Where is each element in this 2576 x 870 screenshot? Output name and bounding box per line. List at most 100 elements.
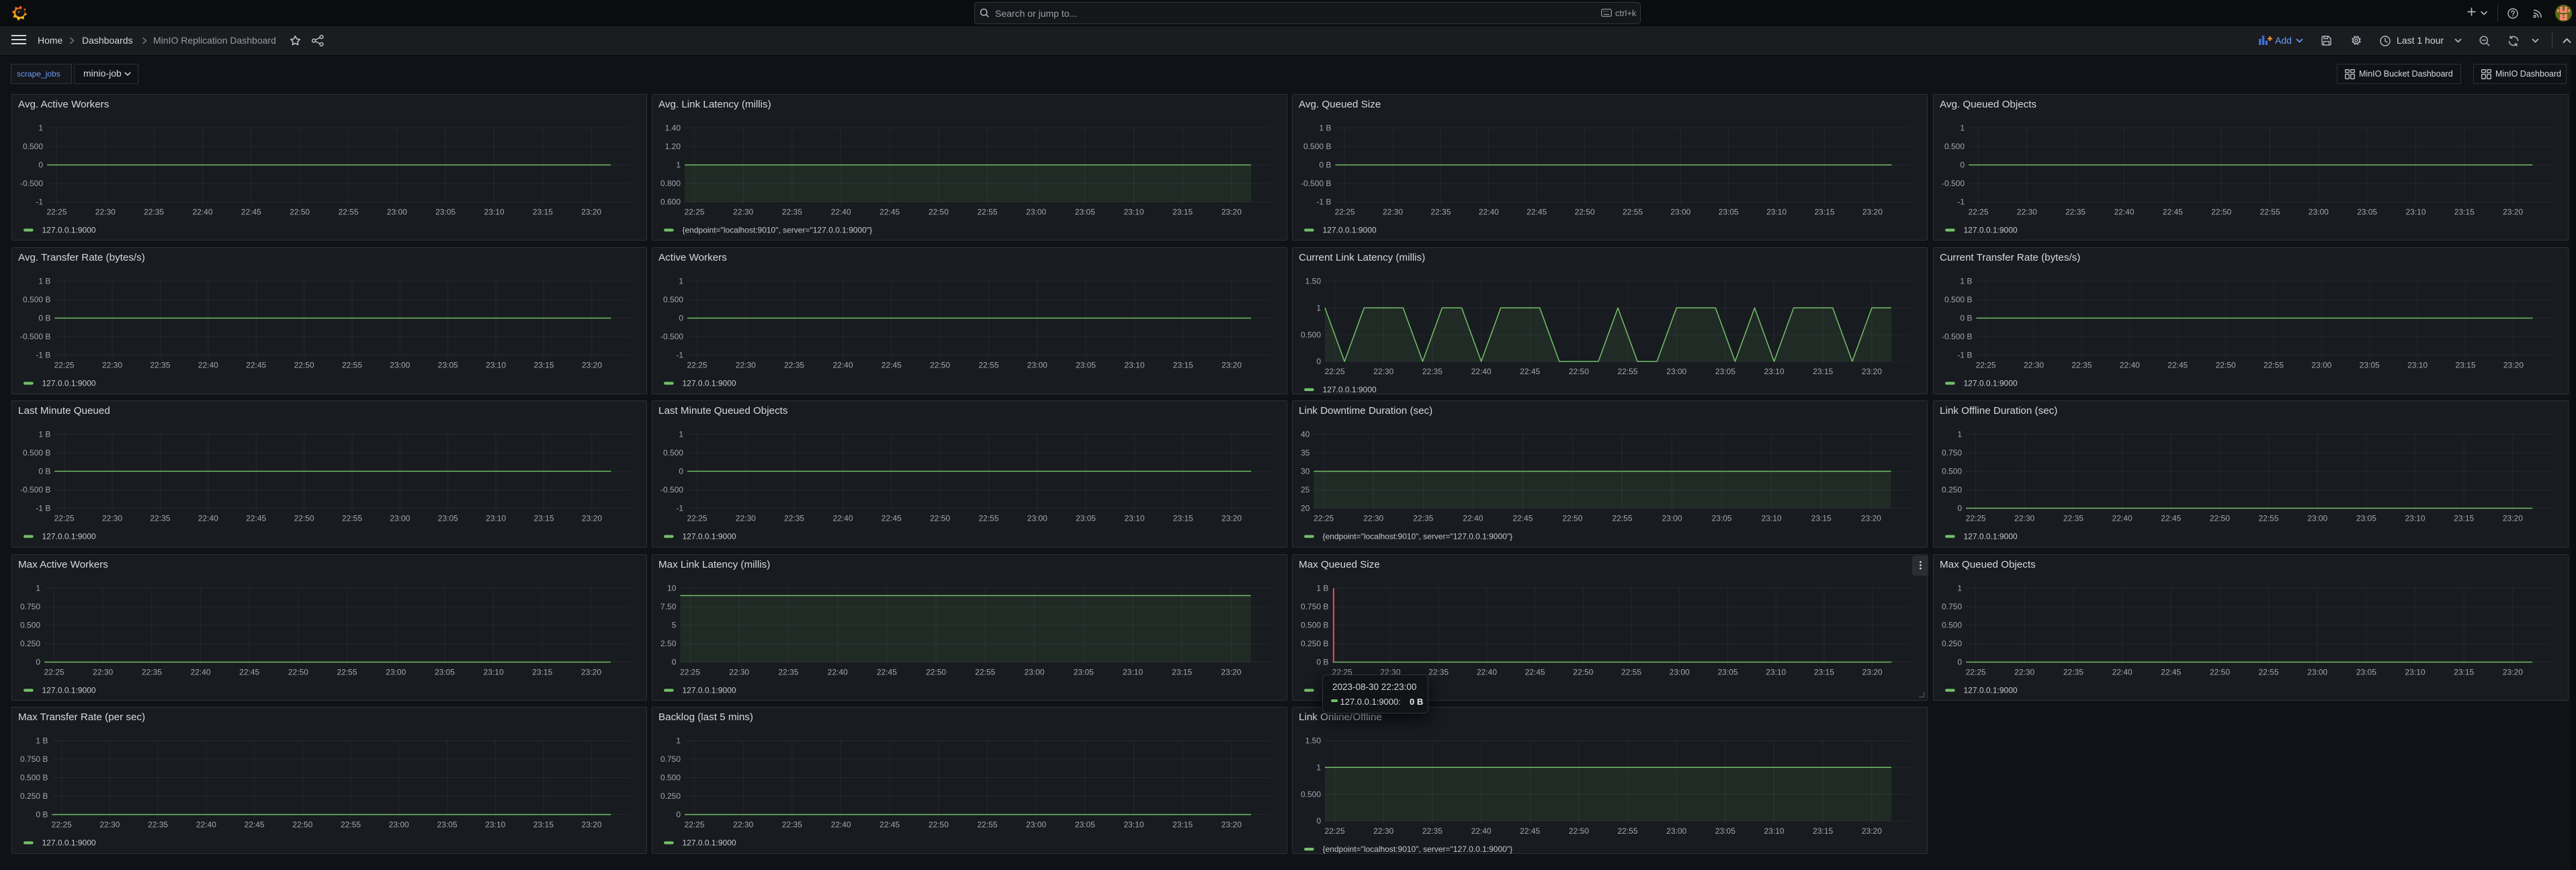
svg-text:22:30: 22:30 <box>733 207 753 216</box>
svg-text:22:25: 22:25 <box>46 207 67 216</box>
svg-text:22:30: 22:30 <box>1373 367 1393 376</box>
svg-text:22:50: 22:50 <box>2211 207 2231 216</box>
svg-text:22:30: 22:30 <box>1383 207 1403 216</box>
svg-text:22:50: 22:50 <box>1569 367 1589 376</box>
svg-text:23:10: 23:10 <box>1123 667 1143 677</box>
svg-text:23:20: 23:20 <box>2503 514 2523 523</box>
svg-text:0 B: 0 B <box>1316 657 1328 666</box>
svg-text:22:50: 22:50 <box>294 514 314 523</box>
svg-text:22:25: 22:25 <box>1325 826 1345 836</box>
svg-text:22:40: 22:40 <box>2120 361 2140 370</box>
svg-text:22:30: 22:30 <box>2014 667 2034 677</box>
svg-text:0.500: 0.500 <box>23 142 43 151</box>
svg-text:22:35: 22:35 <box>150 514 170 523</box>
svg-text:{endpoint="localhost:9010", se: {endpoint="localhost:9010", server="127.… <box>1323 844 1513 854</box>
svg-text:0.750 B: 0.750 B <box>20 754 48 764</box>
svg-text:-0.500: -0.500 <box>660 332 683 341</box>
svg-text:22:45: 22:45 <box>241 207 261 216</box>
svg-text:23:10: 23:10 <box>2405 514 2425 523</box>
svg-text:0 B: 0 B <box>38 467 50 476</box>
svg-text:23:05: 23:05 <box>2356 514 2376 523</box>
svg-text:127.0.0.1:9000: 127.0.0.1:9000 <box>683 685 736 695</box>
svg-text:22:35: 22:35 <box>784 514 804 523</box>
svg-text:22:25: 22:25 <box>685 207 705 216</box>
svg-text:23:15: 23:15 <box>2455 361 2475 370</box>
svg-text:1 B: 1 B <box>38 277 50 286</box>
svg-text:0 B: 0 B <box>38 314 50 323</box>
svg-text:22:35: 22:35 <box>144 207 164 216</box>
svg-text:22:40: 22:40 <box>831 820 851 830</box>
svg-text:23:20: 23:20 <box>582 514 602 523</box>
svg-text:22:25: 22:25 <box>44 667 65 677</box>
svg-text:22:35: 22:35 <box>1422 367 1443 376</box>
svg-text:23:00: 23:00 <box>1670 667 1690 677</box>
svg-text:22:25: 22:25 <box>687 514 707 523</box>
svg-text:1 B: 1 B <box>1319 123 1331 132</box>
svg-text:22:40: 22:40 <box>198 361 218 370</box>
svg-text:23:20: 23:20 <box>1861 514 1881 523</box>
svg-text:23:10: 23:10 <box>1123 820 1144 830</box>
svg-text:22:50: 22:50 <box>1575 207 1595 216</box>
svg-text:-0.500: -0.500 <box>660 485 683 494</box>
svg-text:0.500: 0.500 <box>1944 142 1965 151</box>
svg-text:22:45: 22:45 <box>246 514 266 523</box>
svg-text:127.0.0.1:9000: 127.0.0.1:9000 <box>1323 385 1377 394</box>
svg-text:127.0.0.1:9000: 127.0.0.1:9000 <box>42 685 96 695</box>
svg-text:23:10: 23:10 <box>484 207 504 216</box>
svg-text:22:30: 22:30 <box>102 361 122 370</box>
svg-text:22:50: 22:50 <box>2210 514 2230 523</box>
svg-text:0.750: 0.750 <box>1942 448 1962 458</box>
svg-text:-1 B: -1 B <box>36 351 50 360</box>
svg-text:0.800: 0.800 <box>660 179 681 188</box>
svg-text:-1 B: -1 B <box>1957 351 1972 360</box>
svg-text:22:55: 22:55 <box>2264 361 2284 370</box>
svg-text:22:35: 22:35 <box>2063 514 2084 523</box>
svg-text:0 B: 0 B <box>1960 314 1972 323</box>
svg-text:0.250 B: 0.250 B <box>20 791 48 801</box>
svg-text:23:05: 23:05 <box>1075 207 1095 216</box>
svg-text:22:35: 22:35 <box>142 667 162 677</box>
svg-text:22:35: 22:35 <box>784 361 804 370</box>
svg-text:23:10: 23:10 <box>1764 367 1784 376</box>
svg-text:23:05: 23:05 <box>2360 361 2380 370</box>
svg-text:23:00: 23:00 <box>387 207 407 216</box>
svg-text:22:50: 22:50 <box>2210 667 2230 677</box>
svg-text:5: 5 <box>672 620 677 629</box>
svg-text:1.50: 1.50 <box>1305 277 1322 286</box>
svg-text:22:55: 22:55 <box>341 820 361 830</box>
svg-text:22:25: 22:25 <box>52 820 72 830</box>
svg-text:22:55: 22:55 <box>977 820 997 830</box>
svg-text:0.500: 0.500 <box>1942 467 1962 476</box>
svg-text:0: 0 <box>38 160 43 169</box>
svg-text:0.750 B: 0.750 B <box>1301 602 1328 611</box>
svg-text:22:55: 22:55 <box>977 207 997 216</box>
svg-text:22:45: 22:45 <box>2161 514 2181 523</box>
svg-text:0.250: 0.250 <box>20 639 40 648</box>
svg-text:23:10: 23:10 <box>1766 667 1786 677</box>
svg-text:-1: -1 <box>676 351 683 360</box>
svg-text:22:40: 22:40 <box>2114 207 2134 216</box>
svg-text:22:25: 22:25 <box>1976 361 1996 370</box>
svg-text:127.0.0.1:9000: 127.0.0.1:9000 <box>683 379 736 388</box>
svg-text:22:25: 22:25 <box>54 514 75 523</box>
svg-text:22:40: 22:40 <box>831 207 851 216</box>
svg-text:22:35: 22:35 <box>148 820 168 830</box>
svg-text:1 B: 1 B <box>1960 277 1972 286</box>
svg-text:22:55: 22:55 <box>338 207 358 216</box>
svg-text:22:40: 22:40 <box>828 667 848 677</box>
svg-text:23:15: 23:15 <box>1813 826 1833 836</box>
svg-text:1 B: 1 B <box>1316 583 1328 593</box>
svg-text:23:15: 23:15 <box>1172 207 1193 216</box>
svg-text:22:35: 22:35 <box>2065 207 2086 216</box>
svg-text:0.500: 0.500 <box>1301 789 1321 799</box>
svg-text:22:55: 22:55 <box>1612 514 1632 523</box>
svg-text:20: 20 <box>1301 504 1310 513</box>
svg-text:22:45: 22:45 <box>1527 207 1547 216</box>
svg-text:22:50: 22:50 <box>1562 514 1582 523</box>
svg-text:0: 0 <box>1957 504 1962 513</box>
svg-text:0.750: 0.750 <box>20 602 40 611</box>
svg-text:1: 1 <box>676 160 681 169</box>
svg-text:22:30: 22:30 <box>733 820 753 830</box>
svg-text:23:15: 23:15 <box>1173 514 1193 523</box>
svg-text:22:45: 22:45 <box>879 820 900 830</box>
